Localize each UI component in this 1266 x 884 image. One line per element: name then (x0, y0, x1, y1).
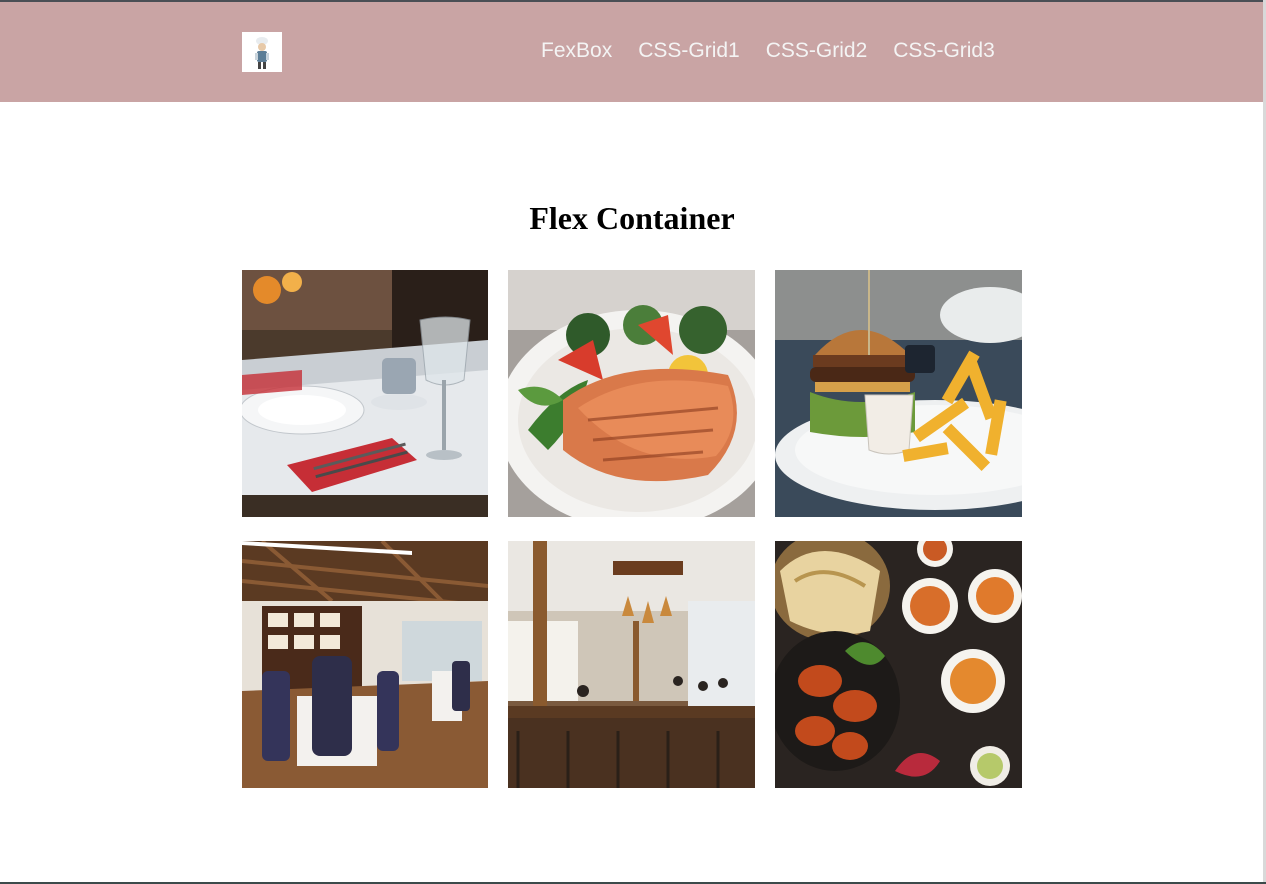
grilled-salmon-salad-image (508, 270, 755, 517)
page-title: Flex Container (529, 200, 735, 236)
restaurant-table-setting-image (242, 270, 488, 517)
nav-link-css-grid2[interactable]: CSS-Grid2 (766, 39, 868, 63)
nav-link-css-grid3[interactable]: CSS-Grid3 (893, 39, 995, 63)
elegant-dining-room-image (242, 541, 488, 788)
image-flex-container (242, 270, 1022, 788)
rustic-cafe-interior-image (508, 541, 755, 788)
navbar: FexBox CSS-Grid1 CSS-Grid2 CSS-Grid3 (0, 2, 1263, 102)
main-nav: FexBox CSS-Grid1 CSS-Grid2 CSS-Grid3 (541, 39, 995, 63)
nav-link-css-grid1[interactable]: CSS-Grid1 (638, 39, 740, 63)
nav-link-fexbox[interactable]: FexBox (541, 39, 612, 63)
chef-logo-icon[interactable] (242, 32, 282, 72)
indian-food-spread-image (775, 541, 1022, 788)
burger-and-fries-image (775, 270, 1022, 517)
